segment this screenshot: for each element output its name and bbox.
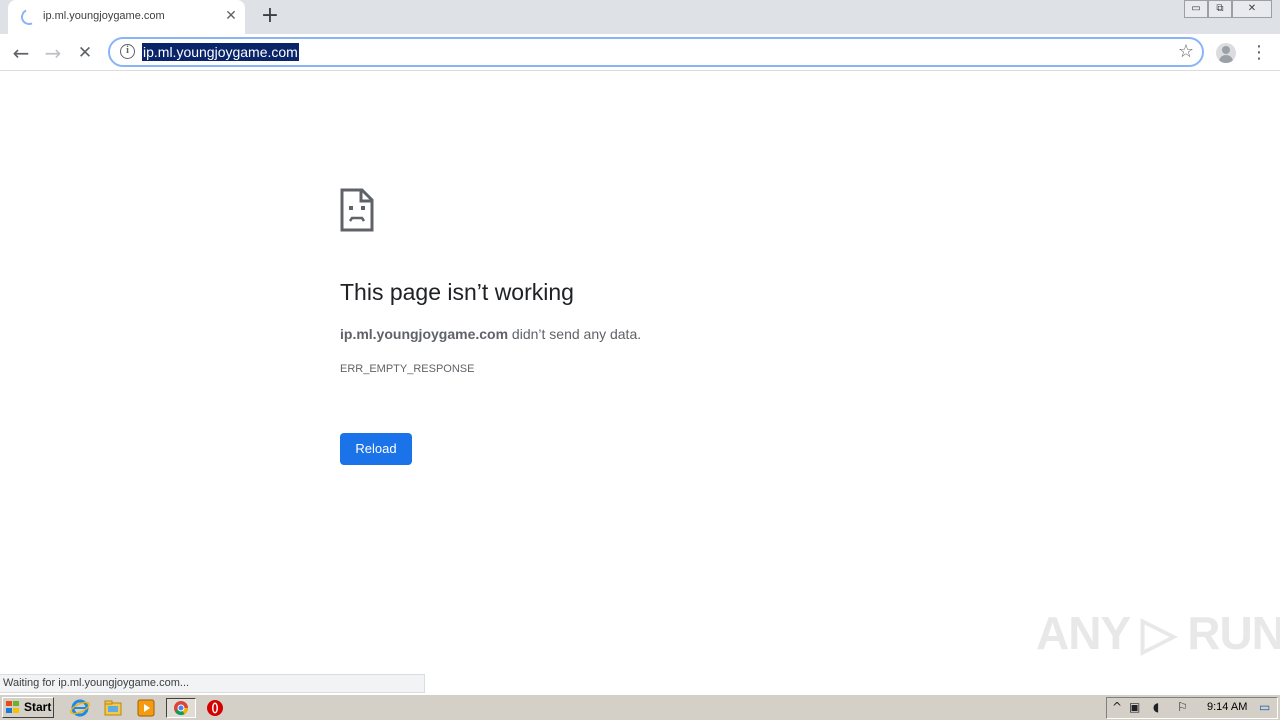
reload-button[interactable]: Reload <box>340 433 412 465</box>
taskbar: Start ^ ▣ ◖ ⚐ 9:14 AM ▭ <box>0 694 1280 720</box>
start-label: Start <box>24 700 52 714</box>
clock[interactable]: 9:14 AM <box>1207 701 1247 713</box>
show-hidden-icons-icon[interactable]: ^ <box>1112 700 1122 714</box>
browser-tab[interactable]: ip.ml.youngjoygame.com ✕ <box>8 0 245 34</box>
browser-menu-icon[interactable]: ⋮ <box>1250 41 1268 65</box>
browser-toolbar: ← → ✕ i ip.ml.youngjoygame.com ☆ ⋮ <box>0 34 1280 71</box>
opera-icon[interactable] <box>204 698 226 718</box>
profile-avatar-icon[interactable] <box>1216 43 1236 63</box>
site-info-icon[interactable]: i <box>120 44 135 59</box>
sad-document-icon <box>340 188 374 236</box>
url-text[interactable]: ip.ml.youngjoygame.com <box>142 43 299 61</box>
status-bubble: Waiting for ip.ml.youngjoygame.com... <box>0 674 425 693</box>
error-host: ip.ml.youngjoygame.com <box>340 326 509 342</box>
error-message: ip.ml.youngjoygame.com didn’t send any d… <box>340 326 641 342</box>
stop-loading-button[interactable]: ✕ <box>72 40 98 66</box>
tab-close-icon[interactable]: ✕ <box>223 8 239 24</box>
network-icon[interactable]: ▣ <box>1129 700 1140 714</box>
new-tab-button[interactable]: + <box>258 5 282 29</box>
bookmark-star-icon[interactable]: ☆ <box>1178 41 1194 62</box>
action-center-flag-icon[interactable]: ⚐ <box>1177 700 1188 714</box>
error-message-text: didn’t send any data. <box>508 326 642 342</box>
tab-strip: ip.ml.youngjoygame.com ✕ + ▭ ⧉ ✕ <box>0 0 1280 34</box>
back-button[interactable]: ← <box>8 40 34 66</box>
file-explorer-icon[interactable] <box>102 698 124 718</box>
loading-spinner-icon <box>18 6 40 28</box>
restore-button[interactable]: ⧉ <box>1208 0 1232 18</box>
start-button[interactable]: Start <box>2 697 54 718</box>
media-player-icon[interactable] <box>135 698 157 718</box>
anyrun-watermark-logo: ANY ▷ RUN <box>1036 607 1280 659</box>
forward-button[interactable]: → <box>40 40 66 66</box>
window-close-button[interactable]: ✕ <box>1232 0 1272 18</box>
internet-explorer-icon[interactable] <box>69 698 91 718</box>
minimize-button[interactable]: ▭ <box>1184 0 1208 18</box>
show-desktop-icon[interactable]: ▭ <box>1259 700 1270 714</box>
windows-logo-icon <box>6 701 20 714</box>
address-bar[interactable]: i ip.ml.youngjoygame.com ☆ <box>108 37 1204 67</box>
system-tray: ^ ▣ ◖ ⚐ 9:14 AM ▭ <box>1106 697 1278 719</box>
error-code: ERR_EMPTY_RESPONSE <box>340 363 475 375</box>
volume-icon[interactable]: ◖ <box>1153 700 1159 714</box>
error-title: This page isn’t working <box>340 279 574 305</box>
chrome-icon[interactable] <box>166 698 196 718</box>
tab-title: ip.ml.youngjoygame.com <box>43 10 165 22</box>
